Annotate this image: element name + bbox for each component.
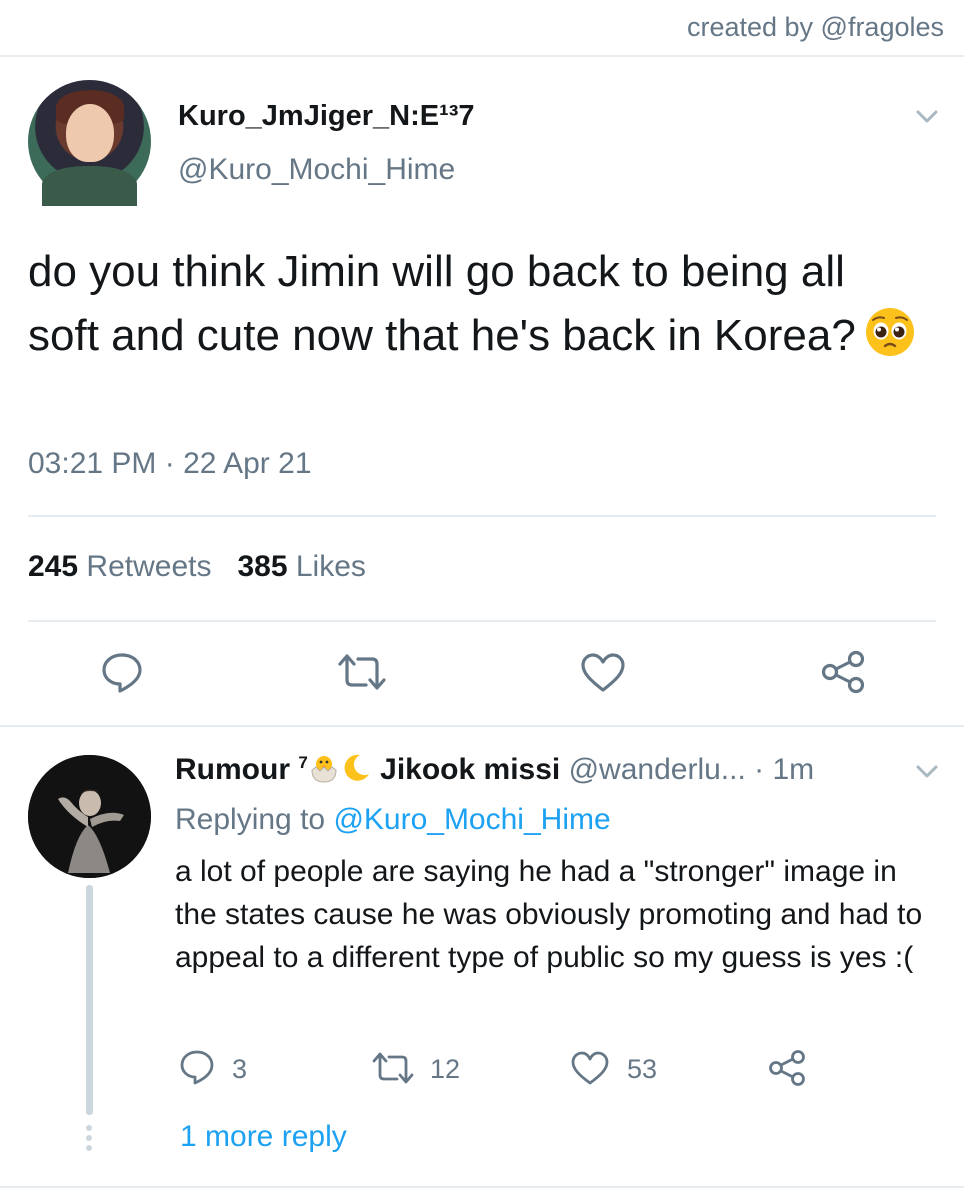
- author-display-name[interactable]: Kuro_JmJiger_⁣N:E¹³7: [178, 100, 475, 133]
- replying-to: Replying to @Kuro_Mochi_Hime: [175, 803, 611, 837]
- chevron-down-icon[interactable]: [914, 758, 940, 784]
- avatar-face: [66, 104, 114, 162]
- thread-dots: [86, 1125, 93, 1155]
- top-divider: [0, 55, 964, 57]
- chevron-down-icon[interactable]: [914, 103, 940, 129]
- retweet-count: 12: [430, 1054, 461, 1084]
- replying-prefix: Replying to: [175, 803, 326, 836]
- author-handle[interactable]: @Kuro_Mochi_Hime: [178, 153, 455, 187]
- more-replies-link[interactable]: 1 more reply: [180, 1120, 347, 1154]
- creator-credit: created by @fragoles: [686, 12, 944, 42]
- reply-display-name[interactable]: Rumour: [175, 753, 290, 786]
- reply-handle[interactable]: @wanderlu...: [569, 753, 746, 786]
- reply-count: 3: [232, 1054, 248, 1084]
- reply-author-avatar[interactable]: [28, 755, 151, 878]
- pleading-face-icon: [864, 306, 916, 358]
- share-icon[interactable]: [820, 650, 866, 694]
- heart-icon[interactable]: [570, 1050, 610, 1086]
- hatching-chick-icon: [308, 752, 340, 784]
- bottom-divider: [0, 1186, 964, 1188]
- like-count: 53: [627, 1054, 658, 1084]
- retweet-icon[interactable]: [370, 1050, 416, 1086]
- divider: [28, 620, 936, 622]
- retweets-label: Retweets: [86, 550, 212, 583]
- retweet-icon[interactable]: [336, 652, 388, 692]
- author-avatar[interactable]: [28, 80, 151, 206]
- avatar-shirt: [42, 166, 137, 206]
- likes-label: Likes: [295, 550, 366, 583]
- reply-name-superscript: 7: [298, 753, 308, 772]
- tweet-stats: 245 Retweets 385 Likes: [28, 550, 366, 584]
- reply-header: Rumour 7 Jikook missi @wanderlu... · 1m: [175, 752, 814, 787]
- reply-text: a lot of people are saying he had a "str…: [175, 855, 923, 974]
- retweets-count: 245: [28, 550, 79, 583]
- likes-count: 385: [237, 550, 288, 583]
- share-icon[interactable]: [767, 1049, 807, 1087]
- likes-stat[interactable]: 385 Likes: [237, 550, 365, 583]
- section-divider: [0, 725, 964, 727]
- reply-time[interactable]: · 1m: [754, 753, 814, 786]
- tweet-timestamp[interactable]: 03:21 PM · 22 Apr 21: [28, 447, 312, 481]
- reply-name-suffix[interactable]: Jikook missi: [380, 753, 560, 786]
- retweets-stat[interactable]: 245 Retweets: [28, 550, 211, 583]
- replying-handle-link[interactable]: @Kuro_Mochi_Hime: [333, 803, 610, 836]
- reply-icon[interactable]: [100, 650, 144, 694]
- thread-line: [86, 885, 93, 1115]
- tweet-text-content: do you think Jimin will go back to being…: [28, 247, 856, 360]
- tweet-text: do you think Jimin will go back to being…: [28, 240, 928, 368]
- crescent-moon-icon: [340, 752, 372, 784]
- reply-icon[interactable]: [178, 1048, 216, 1086]
- heart-icon[interactable]: [580, 652, 626, 694]
- divider: [28, 515, 936, 517]
